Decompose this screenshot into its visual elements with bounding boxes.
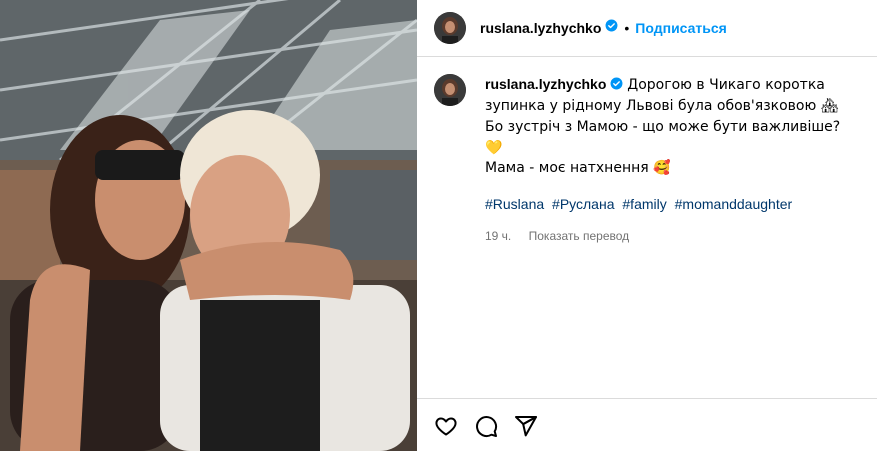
action-bar (417, 398, 877, 451)
hashtag-list: #Ruslana #Руслана #family #momanddaughte… (485, 194, 860, 214)
hashtag-link[interactable]: #Ruslana (485, 196, 544, 212)
post-caption: ruslana.lyzhychko Дорогою в Чикаго корот… (434, 74, 864, 246)
hashtag-link[interactable]: #momanddaughter (675, 196, 793, 212)
verified-badge-icon (605, 19, 618, 37)
caption-meta: 19 ч. Показать перевод (485, 226, 860, 246)
caption-body: ruslana.lyzhychko Дорогою в Чикаго корот… (485, 74, 860, 246)
comment-icon[interactable] (474, 414, 498, 438)
caption-username[interactable]: ruslana.lyzhychko (485, 76, 606, 92)
author-username[interactable]: ruslana.lyzhychko (480, 20, 601, 36)
caption-line2: Мама - моє натхнення 🥰 (485, 160, 671, 177)
post-time[interactable]: 19 ч. (485, 229, 511, 243)
hashtag-link[interactable]: #Руслана (552, 196, 614, 212)
photo-illustration (0, 0, 417, 451)
heart-icon[interactable] (434, 414, 458, 438)
verified-badge-icon (610, 75, 623, 95)
header-separator: • (624, 20, 630, 36)
post-details-panel: ruslana.lyzhychko • Подписаться ruslana.… (417, 0, 877, 451)
follow-button[interactable]: Подписаться (635, 20, 727, 36)
post-photo[interactable] (0, 0, 417, 451)
instagram-post: ruslana.lyzhychko • Подписаться ruslana.… (0, 0, 877, 451)
avatar[interactable] (434, 12, 466, 44)
caption-avatar[interactable] (434, 74, 466, 106)
translate-button[interactable]: Показать перевод (529, 229, 630, 243)
share-icon[interactable] (514, 414, 538, 438)
post-header: ruslana.lyzhychko • Подписаться (417, 0, 877, 57)
hashtag-link[interactable]: #family (622, 196, 666, 212)
